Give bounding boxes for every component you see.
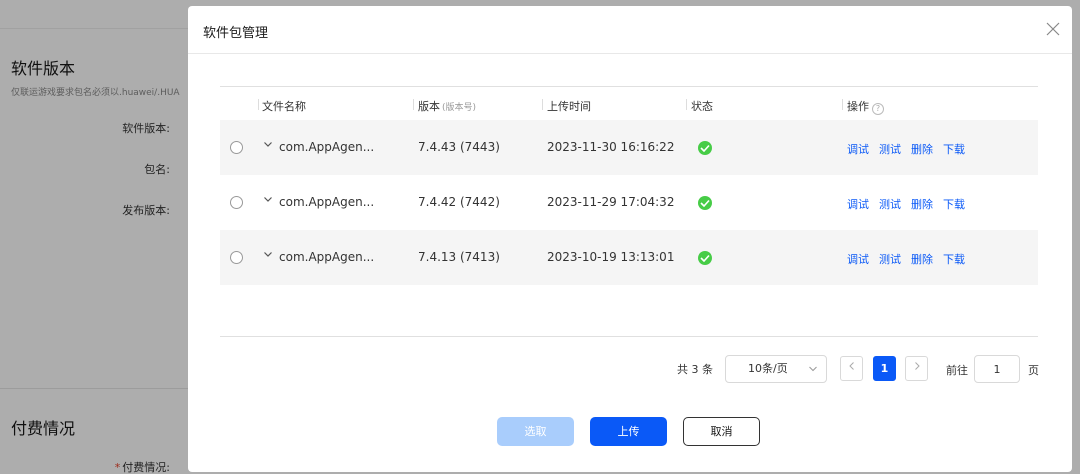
column-header-upload-time: 上传时间 bbox=[547, 100, 591, 113]
column-header-actions-label: 操作 bbox=[847, 100, 869, 113]
page-size-select[interactable]: 10条/页 bbox=[725, 355, 827, 383]
download-link[interactable]: 下载 bbox=[943, 253, 965, 266]
table-row: com.AppAgen... 7.4.42 (7442) 2023-11-29 … bbox=[220, 175, 1038, 230]
package-table: 文件名称 版本 (版本号) 上传时间 状态 操作? com.AppAgen... … bbox=[220, 86, 1038, 285]
page-button-1[interactable]: 1 bbox=[873, 356, 896, 381]
download-link[interactable]: 下载 bbox=[943, 198, 965, 211]
chevron-left-icon bbox=[848, 362, 854, 370]
delete-link[interactable]: 删除 bbox=[911, 253, 933, 266]
version: 7.4.43 (7443) bbox=[418, 140, 500, 154]
close-button[interactable] bbox=[1044, 20, 1062, 38]
chevron-right-icon bbox=[914, 362, 920, 370]
goto-label: 前往 bbox=[946, 364, 968, 377]
prev-page-button[interactable] bbox=[840, 356, 863, 381]
column-header-actions: 操作? bbox=[847, 98, 884, 115]
column-separator bbox=[542, 99, 543, 110]
table-row: com.AppAgen... 7.4.43 (7443) 2023-11-30 … bbox=[220, 120, 1038, 175]
file-name: com.AppAgen... bbox=[279, 250, 375, 264]
debug-link[interactable]: 调试 bbox=[847, 253, 869, 266]
row-radio[interactable] bbox=[230, 196, 243, 209]
row-radio[interactable] bbox=[230, 141, 243, 154]
row-actions: 调试 测试 删除 下载 bbox=[847, 251, 975, 267]
chevron-down-icon bbox=[809, 366, 817, 372]
total-count: 共 3 条 bbox=[677, 363, 713, 376]
file-name: com.AppAgen... bbox=[279, 195, 375, 209]
table-row: com.AppAgen... 7.4.13 (7413) 2023-10-19 … bbox=[220, 230, 1038, 285]
cancel-button[interactable]: 取消 bbox=[683, 417, 760, 446]
column-separator bbox=[413, 99, 414, 110]
goto-page-input[interactable] bbox=[974, 355, 1020, 383]
upload-time: 2023-10-19 13:13:01 bbox=[547, 250, 675, 264]
goto-unit: 页 bbox=[1028, 364, 1039, 377]
debug-link[interactable]: 调试 bbox=[847, 143, 869, 156]
dialog-title: 软件包管理 bbox=[203, 26, 269, 41]
column-header-version-sub: (版本号) bbox=[442, 103, 477, 113]
file-name: com.AppAgen... bbox=[279, 140, 375, 154]
test-link[interactable]: 测试 bbox=[879, 143, 901, 156]
success-check-icon bbox=[698, 251, 712, 265]
test-link[interactable]: 测试 bbox=[879, 198, 901, 211]
debug-link[interactable]: 调试 bbox=[847, 198, 869, 211]
column-header-version-label: 版本 bbox=[418, 100, 440, 113]
column-header-status: 状态 bbox=[691, 100, 713, 113]
column-separator bbox=[258, 99, 259, 110]
success-check-icon bbox=[698, 196, 712, 210]
help-icon[interactable]: ? bbox=[872, 103, 884, 115]
test-link[interactable]: 测试 bbox=[879, 253, 901, 266]
page-size-value: 10条/页 bbox=[748, 362, 788, 375]
upload-button[interactable]: 上传 bbox=[590, 417, 667, 446]
version: 7.4.13 (7413) bbox=[418, 250, 500, 264]
column-separator bbox=[686, 99, 687, 110]
row-actions: 调试 测试 删除 下载 bbox=[847, 141, 975, 157]
download-link[interactable]: 下载 bbox=[943, 143, 965, 156]
chevron-down-icon[interactable] bbox=[262, 193, 274, 205]
chevron-down-icon[interactable] bbox=[262, 248, 274, 260]
next-page-button[interactable] bbox=[905, 356, 928, 381]
table-divider bbox=[220, 336, 1038, 337]
table-header: 文件名称 版本 (版本号) 上传时间 状态 操作? bbox=[220, 86, 1038, 120]
close-icon bbox=[1046, 22, 1060, 36]
upload-time: 2023-11-30 16:16:22 bbox=[547, 140, 675, 154]
chevron-down-icon[interactable] bbox=[262, 138, 274, 150]
delete-link[interactable]: 删除 bbox=[911, 143, 933, 156]
delete-link[interactable]: 删除 bbox=[911, 198, 933, 211]
dialog-header: 软件包管理 bbox=[188, 6, 1072, 54]
select-button[interactable]: 选取 bbox=[497, 417, 574, 446]
upload-time: 2023-11-29 17:04:32 bbox=[547, 195, 675, 209]
row-radio[interactable] bbox=[230, 251, 243, 264]
success-check-icon bbox=[698, 141, 712, 155]
column-header-file-name: 文件名称 bbox=[262, 100, 306, 113]
package-management-dialog: 软件包管理 文件名称 版本 (版本号) 上传时间 状态 操作? com.AppAg… bbox=[188, 6, 1072, 472]
column-header-version: 版本 (版本号) bbox=[418, 98, 476, 114]
column-separator bbox=[842, 99, 843, 110]
row-actions: 调试 测试 删除 下载 bbox=[847, 196, 975, 212]
version: 7.4.42 (7442) bbox=[418, 195, 500, 209]
